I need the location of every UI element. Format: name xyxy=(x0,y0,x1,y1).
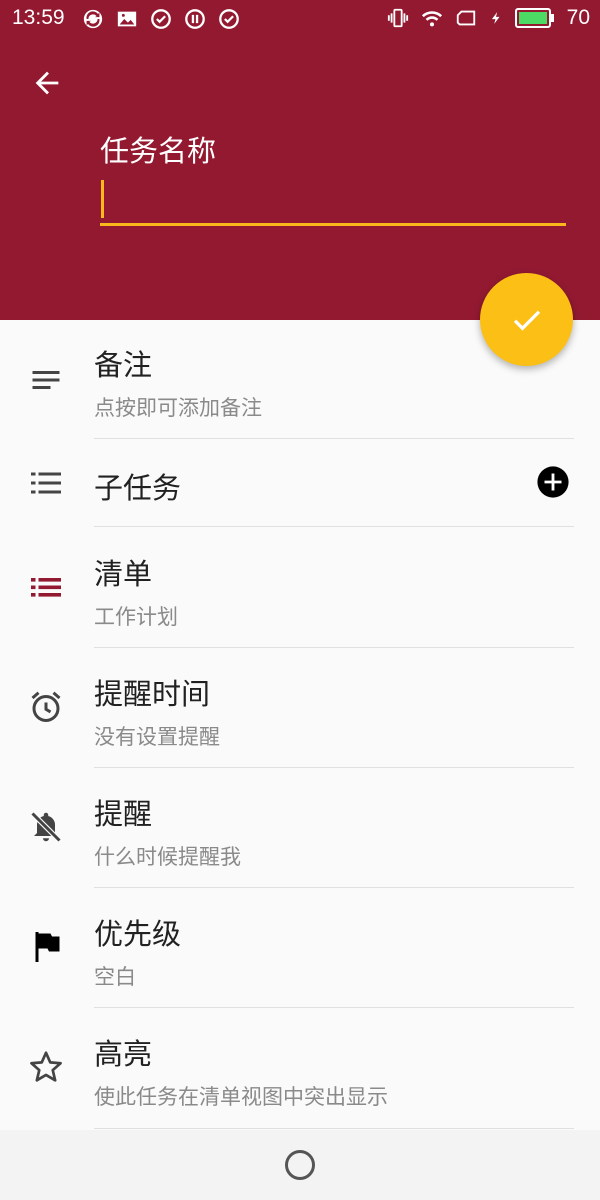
wifi-icon xyxy=(421,11,442,27)
reminder-title: 提醒 xyxy=(94,797,153,831)
notes-icon xyxy=(32,371,60,389)
subtasks-title: 子任务 xyxy=(94,471,182,505)
check-circle-icon xyxy=(151,9,171,29)
image-icon xyxy=(117,11,137,27)
priority-row[interactable]: 优先级 空白 xyxy=(0,887,600,1008)
reminder-subtitle: 什么时候提醒我 xyxy=(94,845,241,869)
vibrate-icon xyxy=(387,8,408,28)
highlight-row[interactable]: 高亮 使此任务在清单视图中突出显示 xyxy=(0,1007,600,1129)
no-sim-icon xyxy=(456,10,475,26)
priority-title: 优先级 xyxy=(94,917,182,951)
alarm-icon xyxy=(31,691,61,722)
battery-icon xyxy=(514,8,554,28)
task-name-input[interactable] xyxy=(100,178,566,226)
list-icon xyxy=(31,578,61,597)
pause-circle-icon xyxy=(185,9,205,29)
task-name-label: 任务名称 xyxy=(100,134,217,168)
priority-subtitle: 空白 xyxy=(94,965,136,989)
flag-icon xyxy=(35,932,60,962)
subtasks-row[interactable]: 子任务 xyxy=(0,439,600,527)
divider xyxy=(94,1128,574,1129)
notes-subtitle: 点按即可添加备注 xyxy=(94,396,262,420)
navigation-bar xyxy=(0,1130,600,1200)
arrow-back-icon[interactable] xyxy=(30,66,64,100)
status-time: 13:59 xyxy=(12,6,65,29)
text-cursor xyxy=(101,180,104,218)
list-title: 清单 xyxy=(94,557,153,591)
checklist-icon xyxy=(31,472,61,494)
list-subtitle: 工作计划 xyxy=(94,605,178,629)
highlight-title: 高亮 xyxy=(94,1037,153,1071)
reminder-time-row[interactable]: 提醒时间 没有设置提醒 xyxy=(0,647,600,768)
notes-title: 备注 xyxy=(94,348,153,382)
star-outline-icon xyxy=(30,1051,62,1082)
sync-icon xyxy=(83,9,103,29)
system-status: 70 xyxy=(387,6,590,30)
list-row[interactable]: 清单 工作计划 xyxy=(0,527,600,648)
charging-icon xyxy=(491,12,500,24)
notification-icons xyxy=(82,8,240,30)
check-circle-icon xyxy=(219,9,239,29)
reminder-time-title: 提醒时间 xyxy=(94,677,211,711)
battery-level: 70 xyxy=(566,6,590,29)
add-circle-icon[interactable] xyxy=(536,465,570,499)
highlight-subtitle: 使此任务在清单视图中突出显示 xyxy=(94,1085,388,1109)
reminder-time-subtitle: 没有设置提醒 xyxy=(94,725,220,749)
bell-off-icon xyxy=(30,811,62,843)
notes-row[interactable]: 备注 点按即可添加备注 xyxy=(0,320,600,439)
status-bar: 13:59 70 xyxy=(0,0,600,40)
reminder-row[interactable]: 提醒 什么时候提醒我 xyxy=(0,767,600,888)
task-header: 13:59 70 任务名称 xyxy=(0,0,600,320)
home-button[interactable] xyxy=(285,1150,315,1180)
